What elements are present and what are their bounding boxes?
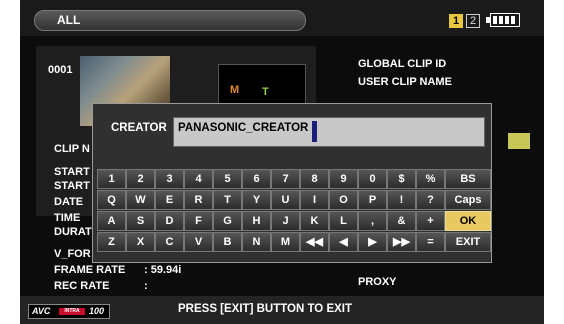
key-3-1[interactable]: X [126,232,155,252]
key-2-1[interactable]: S [126,211,155,231]
rec-rate-value: : [144,280,148,292]
time-label: TIME [54,212,81,224]
keyboard-dialog: CREATOR PANASONIC_CREATOR 1 2 3 4 5 6 7 8 9 0 $% BS… [92,103,492,263]
clip-filter-button[interactable]: ALL [34,10,306,31]
proxy-label: PROXY [358,276,397,288]
key-2-0[interactable]: A [97,211,126,231]
bottom-status-bar: AVC INTRA 100 PRESS [EXIT] BUTTON TO EXI… [20,296,544,324]
codec-badge: INTRA [59,308,85,315]
key-0-10[interactable]: $ [387,169,416,189]
user-clip-name-label: USER CLIP NAME [358,76,452,88]
screen: ALL 1 2 0001 M T GLOBAL CLIP ID USER CLI… [20,0,544,324]
start-label-2: START [54,180,90,192]
key-1-6[interactable]: U [271,190,300,210]
key-1-3[interactable]: R [184,190,213,210]
creator-input[interactable]: PANASONIC_CREATOR [173,117,485,147]
battery-icon [486,13,520,27]
key-0-7[interactable]: 8 [300,169,329,189]
key-2-7[interactable]: K [300,211,329,231]
top-bar: ALL 1 2 [20,0,544,36]
marker-m: M [230,84,240,96]
status-message: PRESS [EXIT] BUTTON TO EXIT [178,303,353,315]
key-1-9[interactable]: P [358,190,387,210]
duration-label: DURAT [54,226,92,238]
frame-rate-value: : 59.94i [144,264,182,276]
clip-filter-label: ALL [57,13,81,27]
global-clip-id-label: GLOBAL CLIP ID [358,58,447,70]
key-0-8[interactable]: 9 [329,169,358,189]
creator-value: PANASONIC_CREATOR [178,122,309,134]
frame-rate-label: FRAME RATE [54,264,126,276]
key-2-6[interactable]: J [271,211,300,231]
key-1-10[interactable]: ! [387,190,416,210]
key-3-2[interactable]: C [155,232,184,252]
codec-bitrate: 100 [89,306,105,316]
key-1-7[interactable]: I [300,190,329,210]
card-slot-2-indicator: 2 [466,14,480,28]
clip-name-label: CLIP N [54,143,90,155]
key-0-5[interactable]: 6 [242,169,271,189]
creator-label: CREATOR [111,122,167,134]
key-0-4[interactable]: 5 [213,169,242,189]
key-3-8[interactable]: ◀ [329,232,358,252]
key-1-0[interactable]: Q [97,190,126,210]
key-0-3[interactable]: 4 [184,169,213,189]
marker-t: T [262,86,269,98]
video-format-label: V_FOR [54,248,91,260]
key-2-4[interactable]: G [213,211,242,231]
key-3-10[interactable]: ▶▶ [387,232,416,252]
clip-number: 0001 [48,64,73,76]
key-2-5[interactable]: H [242,211,271,231]
key-2-8[interactable]: L [329,211,358,231]
key-1-11[interactable]: ? [416,190,445,210]
key-1-4[interactable]: T [213,190,242,210]
key-0-9[interactable]: 0 [358,169,387,189]
key-3-11[interactable]: = [416,232,445,252]
start-label-1: START [54,166,90,178]
key-bs[interactable]: BS [445,169,491,189]
codec-prefix: AVC [32,306,51,316]
key-3-4[interactable]: B [213,232,242,252]
date-label: DATE [54,196,84,208]
key-0-6[interactable]: 7 [271,169,300,189]
codec-logo: AVC INTRA 100 [28,304,110,319]
text-cursor [312,121,317,142]
key-caps[interactable]: Caps [445,190,491,210]
key-3-9[interactable]: ▶ [358,232,387,252]
key-1-1[interactable]: W [126,190,155,210]
key-1-2[interactable]: E [155,190,184,210]
key-2-11[interactable]: + [416,211,445,231]
key-2-10[interactable]: & [387,211,416,231]
key-ok[interactable]: OK [445,211,491,231]
key-3-5[interactable]: N [242,232,271,252]
key-0-1[interactable]: 2 [126,169,155,189]
key-3-3[interactable]: V [184,232,213,252]
key-2-3[interactable]: F [184,211,213,231]
key-2-2[interactable]: D [155,211,184,231]
key-0-11[interactable]: % [416,169,445,189]
key-2-9[interactable]: , [358,211,387,231]
indicator-bar [508,133,530,149]
rec-rate-label: REC RATE [54,280,110,292]
key-3-6[interactable]: M [271,232,300,252]
key-0-0[interactable]: 1 [97,169,126,189]
key-1-8[interactable]: O [329,190,358,210]
key-3-7[interactable]: ◀◀ [300,232,329,252]
key-3-0[interactable]: Z [97,232,126,252]
card-slot-1-indicator: 1 [449,14,463,28]
key-exit[interactable]: EXIT [445,232,491,252]
key-0-2[interactable]: 3 [155,169,184,189]
key-1-5[interactable]: Y [242,190,271,210]
